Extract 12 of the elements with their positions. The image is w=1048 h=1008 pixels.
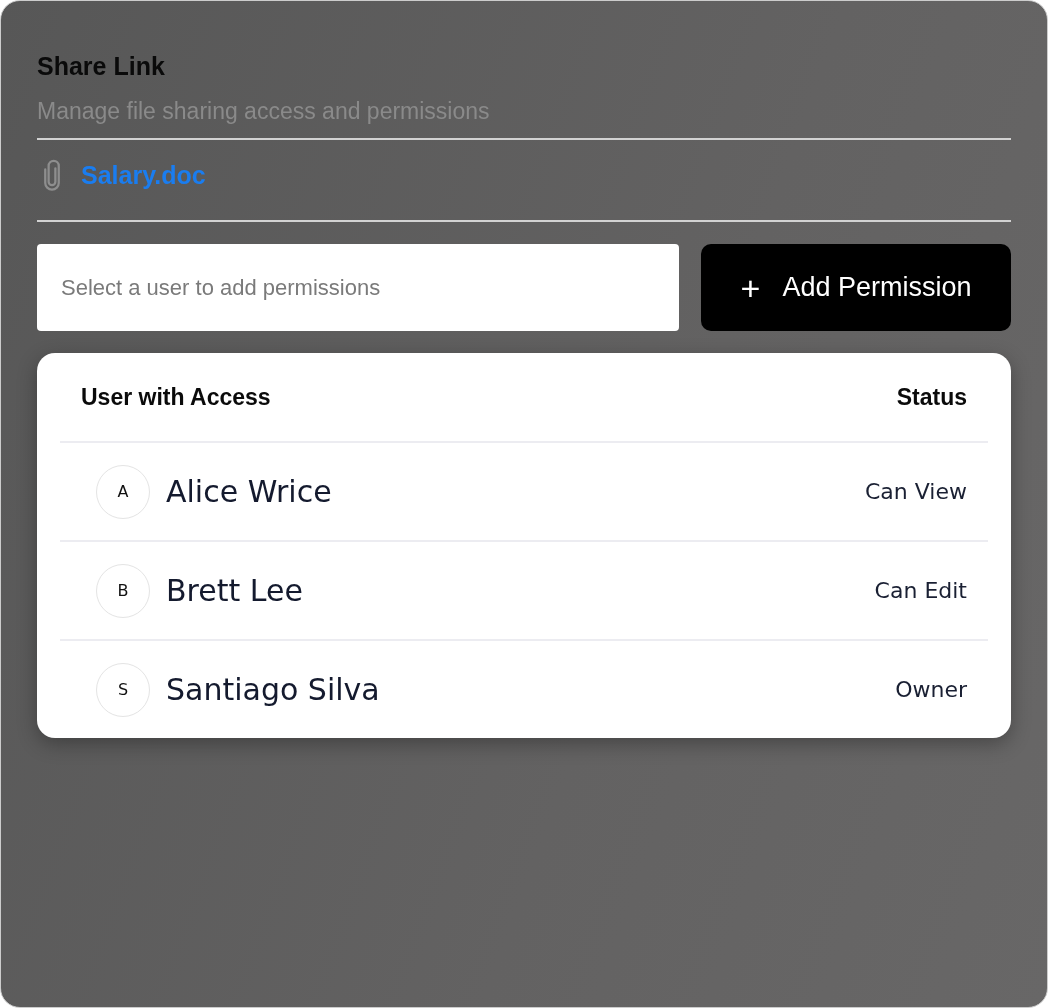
dialog-title: Share Link [37, 51, 166, 81]
user-name: Alice Wrice [166, 474, 332, 509]
user-name: Brett Lee [166, 573, 303, 608]
permission-status: Can View [865, 479, 967, 504]
user-select-field[interactable]: Select a user to add permissions [37, 244, 679, 331]
paperclip-icon [43, 159, 61, 191]
column-header: Status [896, 383, 967, 411]
permission-status: Can Edit [874, 578, 967, 603]
permission-status: Owner [895, 677, 967, 702]
user-name: Santiago Silva [166, 672, 380, 707]
add-permission-button[interactable]: + Add Permission [701, 244, 1011, 331]
column-header: User with Access [81, 383, 271, 411]
